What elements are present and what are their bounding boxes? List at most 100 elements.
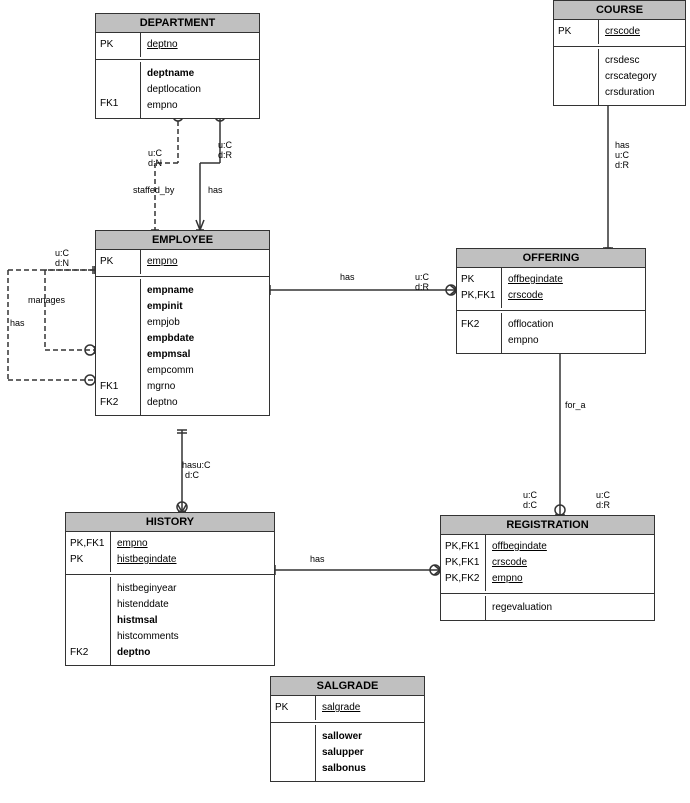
dept-deptlocation: deptlocation: [147, 82, 201, 98]
dn-left-label: d:N: [55, 258, 69, 268]
history-fk2-key: FK2: [70, 645, 106, 661]
offering-pk-attrs: offbegindate crscode: [502, 268, 569, 308]
history-entity: HISTORY PK,FK1 PK empno histbegindate FK…: [65, 512, 275, 666]
reg-pk-keys: PK,FK1 PK,FK1 PK,FK2: [441, 535, 486, 591]
department-title: DEPARTMENT: [96, 14, 259, 33]
emp-e2: [100, 299, 136, 315]
has-emp-offering-label: has: [340, 272, 355, 282]
uc-reg2-label: u:C: [596, 490, 610, 500]
emp-mgrno: mgrno: [147, 379, 194, 395]
salgrade-sallower: sallower: [322, 729, 366, 745]
dept-empty2: [100, 81, 136, 96]
history-pkfk1-key: PK,FK1: [70, 536, 106, 552]
reg-crscode: crscode: [492, 555, 547, 571]
emp-pk-attrs: empno: [141, 250, 184, 274]
dept-keys: PK: [96, 33, 141, 57]
history-e3: [70, 613, 106, 629]
history-e2: [70, 597, 106, 613]
reg-other-attrs: regevaluation: [486, 596, 558, 620]
salgrade-pk-attrs: salgrade: [316, 696, 366, 720]
offering-offlocation: offlocation: [508, 317, 553, 333]
salgrade-title: SALGRADE: [271, 677, 424, 696]
salgrade-other-attrs: sallower salupper salbonus: [316, 725, 372, 781]
history-histenddate: histenddate: [117, 597, 179, 613]
emp-empno: empno: [147, 254, 178, 270]
dept-fk-keys: FK1: [96, 62, 141, 118]
dept-pk-attrs: deptno: [141, 33, 184, 57]
course-crscode: crscode: [605, 24, 640, 40]
has-course-label: has: [615, 140, 630, 150]
offering-title: OFFERING: [457, 249, 645, 268]
reg-pkfk2-key: PK,FK2: [445, 571, 481, 587]
dept-deptno: deptno: [147, 37, 178, 53]
emp-e4: [100, 331, 136, 347]
uc-left-label: u:C: [55, 248, 69, 258]
emp-pk-key: PK: [100, 254, 136, 269]
reg-fk-keys: [441, 596, 486, 620]
course-pk-key: PK: [558, 24, 594, 39]
offering-e1: [461, 333, 497, 349]
uc-top-label: u:C: [218, 140, 232, 150]
history-deptno: deptno: [117, 645, 179, 661]
emp-fk-keys: FK1 FK2: [96, 279, 141, 415]
salgrade-salupper: salupper: [322, 745, 366, 761]
reg-pkfk1-key1: PK,FK1: [445, 539, 481, 555]
reg-offbegindate: offbegindate: [492, 539, 547, 555]
course-pk-attrs: crscode: [599, 20, 646, 44]
hasd-label: d:C: [185, 470, 199, 480]
course-keys: PK: [554, 20, 599, 44]
uc-dept-label: u:C: [148, 148, 162, 158]
history-histbeginyear: histbeginyear: [117, 581, 179, 597]
course-entity: COURSE PK crscode crsdesc crscategory cr…: [553, 0, 686, 106]
dr-top-label: d:R: [218, 150, 232, 160]
course-other-attrs: crsdesc crscategory crsduration: [599, 49, 663, 105]
course-crsduration: crsduration: [605, 85, 657, 101]
erd-diagram: staffed_by has u:C d:N u:C d:R manages h…: [0, 0, 690, 803]
dept-fk1-key: FK1: [100, 96, 136, 111]
emp-e1: [100, 283, 136, 299]
salgrade-salbonus: salbonus: [322, 761, 366, 777]
offering-fk2-key: FK2: [461, 317, 497, 333]
dr-offering-label: d:R: [415, 282, 429, 292]
course-crscategory: crscategory: [605, 69, 657, 85]
course-empty-keys: [554, 49, 599, 105]
emp-fk2-key: FK2: [100, 395, 136, 411]
emp-e3: [100, 315, 136, 331]
dept-pk-key: PK: [100, 37, 136, 52]
for-a-label: for_a: [565, 400, 586, 410]
emp-empname: empname: [147, 283, 194, 299]
salgrade-empty-keys: [271, 725, 316, 781]
history-e4: [70, 629, 106, 645]
history-histbegindate: histbegindate: [117, 552, 177, 568]
history-fk-keys: FK2: [66, 577, 111, 665]
emp-e5: [100, 347, 136, 363]
emp-empbdate: empbdate: [147, 331, 194, 347]
department-entity: DEPARTMENT PK deptno FK1 deptname deptlo…: [95, 13, 260, 119]
uc-offering-label: u:C: [415, 272, 429, 282]
emp-empmsal: empmsal: [147, 347, 194, 363]
offering-empno: empno: [508, 333, 553, 349]
dept-deptname: deptname: [147, 66, 201, 82]
history-e1: [70, 581, 106, 597]
emp-deptno: deptno: [147, 395, 194, 411]
reg-empno: empno: [492, 571, 547, 587]
dept-empty1: [100, 66, 136, 81]
history-empno: empno: [117, 536, 177, 552]
salgrade-entity: SALGRADE PK salgrade sallower salupper s…: [270, 676, 425, 782]
salgrade-pk-key: PK: [275, 700, 311, 715]
dr-reg2-label: d:R: [596, 500, 610, 510]
history-title: HISTORY: [66, 513, 274, 532]
emp-empinit: empinit: [147, 299, 194, 315]
offering-fk-keys: FK2: [457, 313, 502, 353]
course-title: COURSE: [554, 1, 685, 20]
offering-offbegindate: offbegindate: [508, 272, 563, 288]
course-crsdesc: crsdesc: [605, 53, 657, 69]
dept-other-attrs: deptname deptlocation empno: [141, 62, 207, 118]
history-pk-attrs: empno histbegindate: [111, 532, 183, 572]
registration-title: REGISTRATION: [441, 516, 654, 535]
history-other-attrs: histbeginyear histenddate histmsal histc…: [111, 577, 185, 665]
hasu-label: hasu:C: [182, 460, 211, 470]
offering-pk-key: PK: [461, 272, 497, 288]
has-hist-reg-label: has: [310, 554, 325, 564]
offering-entity: OFFERING PK PK,FK1 offbegindate crscode …: [456, 248, 646, 354]
